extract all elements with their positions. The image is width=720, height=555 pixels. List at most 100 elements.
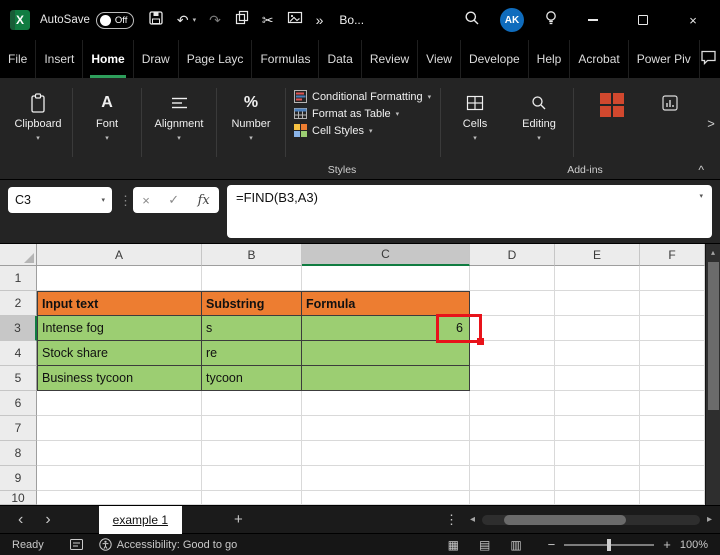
cell[interactable] xyxy=(202,266,302,291)
cell[interactable] xyxy=(202,391,302,416)
ribbon-scroll-right-icon[interactable]: > xyxy=(704,116,718,131)
column-header-e[interactable]: E xyxy=(555,244,640,266)
number-group-button[interactable]: % Number ▾ xyxy=(219,80,283,179)
row-header-5[interactable]: 5 xyxy=(0,366,37,391)
cell[interactable] xyxy=(640,291,705,316)
cell[interactable] xyxy=(37,491,202,505)
tab-data[interactable]: Data xyxy=(319,40,361,78)
zoom-level[interactable]: 100% xyxy=(680,539,708,551)
cell-c5[interactable] xyxy=(302,366,470,391)
save-icon[interactable] xyxy=(148,10,164,31)
cell[interactable] xyxy=(555,341,640,366)
column-header-f[interactable]: F xyxy=(640,244,705,266)
cell[interactable] xyxy=(470,391,555,416)
formula-bar-handle-icon[interactable]: ⋮ xyxy=(119,193,132,209)
normal-view-icon[interactable]: ▦ xyxy=(448,538,459,552)
cell[interactable] xyxy=(555,466,640,491)
horizontal-scroll-thumb[interactable] xyxy=(504,515,626,525)
tab-draw[interactable]: Draw xyxy=(134,40,179,78)
alignment-group-button[interactable]: Alignment ▾ xyxy=(144,80,214,179)
column-header-b[interactable]: B xyxy=(202,244,302,266)
cell[interactable] xyxy=(37,416,202,441)
cell[interactable] xyxy=(37,466,202,491)
maximize-button[interactable] xyxy=(628,6,658,34)
account-avatar[interactable]: AK xyxy=(500,8,524,32)
cell[interactable] xyxy=(37,266,202,291)
cell[interactable] xyxy=(470,466,555,491)
cell[interactable] xyxy=(37,441,202,466)
tab-review[interactable]: Review xyxy=(362,40,418,78)
column-header-d[interactable]: D xyxy=(470,244,555,266)
cell[interactable] xyxy=(555,266,640,291)
select-all-corner[interactable] xyxy=(0,244,37,266)
cell-b2[interactable]: Substring xyxy=(202,291,302,316)
tab-insert[interactable]: Insert xyxy=(36,40,83,78)
cell[interactable] xyxy=(555,316,640,341)
cell[interactable] xyxy=(640,341,705,366)
formula-input[interactable]: =FIND(B3,A3) ▾ xyxy=(227,185,712,238)
enter-icon[interactable]: ✓ xyxy=(168,192,179,208)
clipboard-group-button[interactable]: Clipboard ▾ xyxy=(6,80,70,179)
cell[interactable] xyxy=(555,291,640,316)
vertical-scrollbar[interactable]: ▴ xyxy=(705,244,720,505)
collapse-ribbon-icon[interactable]: ^ xyxy=(698,163,704,177)
cell[interactable] xyxy=(555,416,640,441)
vertical-scroll-thumb[interactable] xyxy=(708,262,719,410)
cell[interactable] xyxy=(640,266,705,291)
row-header-4[interactable]: 4 xyxy=(0,341,37,366)
cell-b3[interactable]: s xyxy=(202,316,302,341)
cell[interactable] xyxy=(302,491,470,505)
cell[interactable] xyxy=(555,491,640,505)
cell-b4[interactable]: re xyxy=(202,341,302,366)
cell-a2[interactable]: Input text xyxy=(37,291,202,316)
tab-help[interactable]: Help xyxy=(529,40,571,78)
workbook-name[interactable]: Bo... xyxy=(339,13,364,27)
cell[interactable] xyxy=(640,366,705,391)
cell[interactable] xyxy=(202,441,302,466)
cell[interactable] xyxy=(302,466,470,491)
undo-dropdown-icon[interactable]: ▾ xyxy=(193,16,197,24)
zoom-slider-thumb[interactable] xyxy=(607,539,611,551)
cell[interactable] xyxy=(555,366,640,391)
cancel-icon[interactable]: × xyxy=(142,193,150,208)
cell[interactable] xyxy=(470,441,555,466)
cell[interactable] xyxy=(470,291,555,316)
cell[interactable] xyxy=(640,316,705,341)
new-sheet-button[interactable]: + xyxy=(234,511,243,528)
record-macro-icon[interactable] xyxy=(70,539,83,550)
close-button[interactable]: × xyxy=(678,6,708,34)
row-header-3[interactable]: 3 xyxy=(0,316,37,341)
cell-a5[interactable]: Business tycoon xyxy=(37,366,202,391)
tab-home[interactable]: Home xyxy=(83,40,133,78)
scroll-right-icon[interactable]: ▸ xyxy=(707,514,712,525)
accessibility-status[interactable]: Accessibility: Good to go xyxy=(99,538,237,551)
cell[interactable] xyxy=(37,391,202,416)
prev-sheet-icon[interactable]: ‹ xyxy=(18,512,23,528)
cell[interactable] xyxy=(640,441,705,466)
cell-styles-button[interactable]: Cell Styles ▾ xyxy=(294,124,438,137)
cut-icon[interactable]: ✂ xyxy=(262,12,274,29)
cell[interactable] xyxy=(640,466,705,491)
lightbulb-icon[interactable] xyxy=(544,10,558,31)
zoom-out-icon[interactable]: − xyxy=(548,537,556,552)
formula-bar-expand-icon[interactable]: ▾ xyxy=(699,192,703,200)
next-sheet-icon[interactable]: › xyxy=(45,512,50,528)
cell[interactable] xyxy=(470,366,555,391)
qat-overflow-icon[interactable]: » xyxy=(316,12,324,28)
cell[interactable] xyxy=(470,416,555,441)
row-header-1[interactable]: 1 xyxy=(0,266,37,291)
tab-file[interactable]: File xyxy=(0,40,36,78)
page-break-view-icon[interactable]: ▥ xyxy=(510,538,521,552)
cell[interactable] xyxy=(470,491,555,505)
copy-icon[interactable] xyxy=(234,10,249,30)
cell[interactable] xyxy=(202,491,302,505)
cell[interactable] xyxy=(470,266,555,291)
row-header-10[interactable]: 10 xyxy=(0,491,37,505)
scroll-up-icon[interactable]: ▴ xyxy=(706,244,720,260)
conditional-formatting-button[interactable]: Conditional Formatting ▾ xyxy=(294,90,438,103)
font-group-button[interactable]: A Font ▾ xyxy=(75,80,139,179)
cell[interactable] xyxy=(640,391,705,416)
tab-view[interactable]: View xyxy=(418,40,461,78)
cell[interactable] xyxy=(302,266,470,291)
format-as-table-button[interactable]: Format as Table ▾ xyxy=(294,107,438,120)
